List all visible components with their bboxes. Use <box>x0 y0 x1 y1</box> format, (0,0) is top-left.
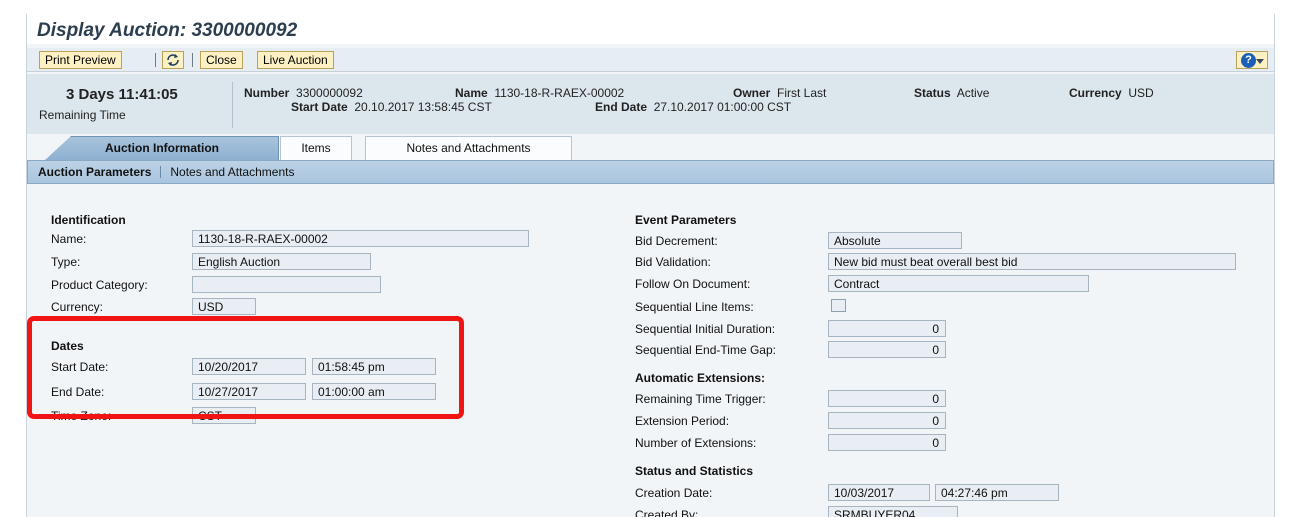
toolbar: Print Preview Close Live Auction ? <box>27 48 1274 72</box>
toolbar-separator <box>192 53 193 67</box>
product-category-field[interactable] <box>192 276 381 293</box>
sequential-initial-duration-field[interactable]: 0 <box>828 320 946 337</box>
close-button[interactable]: Close <box>200 51 243 69</box>
currency-field[interactable]: USD <box>192 298 256 315</box>
refresh-icon <box>167 54 179 66</box>
currency-label: Currency: <box>51 300 104 314</box>
subnav-notes-attachments[interactable]: Notes and Attachments <box>170 165 294 179</box>
help-button[interactable]: ? <box>1236 51 1268 69</box>
type-field[interactable]: English Auction <box>192 253 371 270</box>
chevron-down-icon <box>1256 59 1264 64</box>
tab-items[interactable]: Items <box>280 136 352 160</box>
follow-on-document-label: Follow On Document: <box>635 277 751 291</box>
subnav-separator <box>160 166 162 178</box>
creation-time-field[interactable]: 04:27:46 pm <box>935 484 1059 501</box>
header-currency: Currency USD <box>1069 86 1154 100</box>
tab-notes-attachments[interactable]: Notes and Attachments <box>365 136 572 160</box>
remaining-time: 3 Days 11:41:05 Remaining Time <box>39 86 178 122</box>
auction-header: 3 Days 11:41:05 Remaining Time Number 33… <box>27 74 1274 134</box>
tab-auction-information[interactable]: Auction Information <box>45 136 279 160</box>
help-icon: ? <box>1241 53 1256 68</box>
bid-decrement-field[interactable]: Absolute <box>828 232 962 249</box>
identification-title: Identification <box>51 213 126 227</box>
header-divider <box>232 82 233 128</box>
sequential-line-items-label: Sequential Line Items: <box>635 300 754 314</box>
product-category-label: Product Category: <box>51 278 148 292</box>
auction-window: Display Auction: 3300000092 Print Previe… <box>26 14 1275 517</box>
type-label: Type: <box>51 255 81 269</box>
header-owner: Owner First Last <box>733 86 827 100</box>
creation-date-field[interactable]: 10/03/2017 <box>828 484 930 501</box>
bid-validation-label: Bid Validation: <box>635 255 711 269</box>
automatic-extensions-title: Automatic Extensions: <box>635 371 766 385</box>
page-title: Display Auction: 3300000092 <box>27 14 1274 44</box>
bid-validation-field[interactable]: New bid must beat overall best bid <box>828 253 1236 270</box>
number-of-extensions-label: Number of Extensions: <box>635 436 757 450</box>
refresh-button[interactable] <box>162 51 184 69</box>
number-of-extensions-field[interactable]: 0 <box>828 434 946 451</box>
header-start-date: Start Date 20.10.2017 13:58:45 CST <box>291 100 492 114</box>
sequential-line-items-checkbox[interactable] <box>831 299 846 312</box>
remaining-time-trigger-field[interactable]: 0 <box>828 390 946 407</box>
name-field[interactable]: 1130-18-R-RAEX-00002 <box>192 230 529 247</box>
remaining-time-label: Remaining Time <box>39 108 126 122</box>
sequential-initial-duration-label: Sequential Initial Duration: <box>635 322 776 336</box>
sub-navigation: Auction Parameters Notes and Attachments <box>27 160 1274 184</box>
extension-period-field[interactable]: 0 <box>828 412 946 429</box>
tab-strip: Auction Information Items Notes and Atta… <box>27 134 1274 160</box>
header-name: Name 1130-18-R-RAEX-00002 <box>455 86 625 100</box>
header-number: Number 3300000092 <box>244 86 363 100</box>
extension-period-label: Extension Period: <box>635 414 730 428</box>
subnav-auction-parameters[interactable]: Auction Parameters <box>38 165 151 179</box>
dates-highlight-box <box>27 316 464 419</box>
creation-date-label: Creation Date: <box>635 486 713 500</box>
remaining-time-trigger-label: Remaining Time Trigger: <box>635 392 766 406</box>
sequential-end-time-gap-label: Sequential End-Time Gap: <box>635 343 776 357</box>
follow-on-document-field[interactable]: Contract <box>828 275 1089 292</box>
name-label: Name: <box>51 232 87 246</box>
remaining-time-value: 3 Days 11:41:05 <box>66 86 178 103</box>
header-end-date: End Date 27.10.2017 01:00:00 CST <box>595 100 792 114</box>
print-preview-button[interactable]: Print Preview <box>39 51 122 69</box>
toolbar-separator <box>155 53 156 67</box>
sequential-end-time-gap-field[interactable]: 0 <box>828 341 946 358</box>
bid-decrement-label: Bid Decrement: <box>635 234 718 248</box>
event-parameters-title: Event Parameters <box>635 213 737 227</box>
live-auction-button[interactable]: Live Auction <box>257 51 334 69</box>
header-status: Status Active <box>914 86 990 100</box>
created-by-label: Created By: <box>635 508 699 517</box>
status-statistics-title: Status and Statistics <box>635 464 754 478</box>
created-by-field[interactable]: SRMBUYER04 <box>828 506 958 517</box>
